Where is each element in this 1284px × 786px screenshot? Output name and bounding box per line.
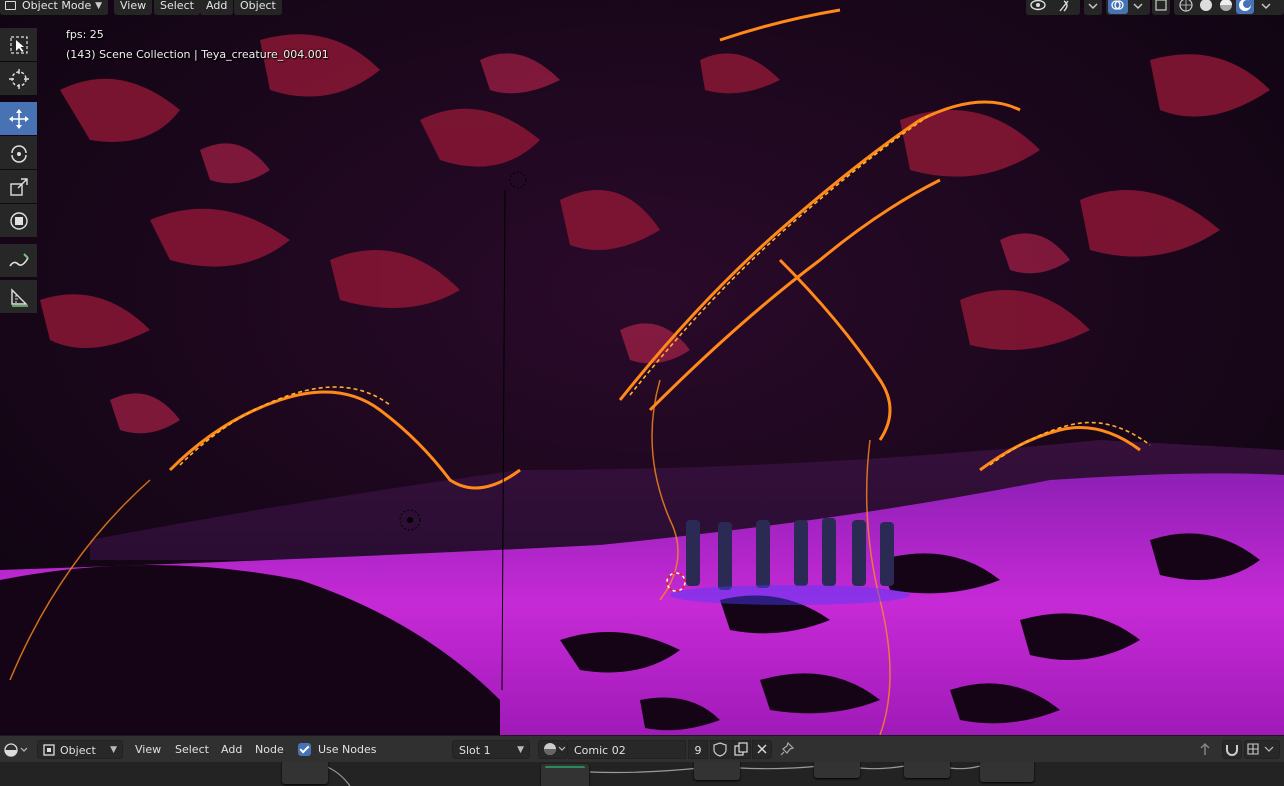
scene-info: (143) Scene Collection | Teya_creature_0…: [66, 48, 329, 61]
select-box-icon: [9, 35, 28, 54]
transform-icon: [9, 211, 28, 230]
chevron-down-icon: ▼: [110, 745, 117, 755]
measure-tool[interactable]: [0, 280, 37, 313]
node-box[interactable]: [694, 762, 740, 780]
gizmo-icon[interactable]: [1059, 0, 1069, 12]
fake-user-button[interactable]: [710, 740, 730, 759]
cursor-tool[interactable]: [0, 62, 37, 95]
node-box[interactable]: [904, 762, 950, 778]
material-user-count[interactable]: 9: [688, 740, 708, 759]
material-name: Comic 02: [574, 744, 626, 757]
node-menu-add[interactable]: Add: [221, 740, 242, 759]
measure-icon: [10, 287, 28, 307]
fps-readout: fps: 25: [66, 28, 104, 41]
object-mode-icon: [5, 1, 16, 10]
transform-tool[interactable]: [0, 204, 37, 237]
node-box[interactable]: [541, 764, 589, 786]
viewport-header: Object Mode ▼ View Select Add Object: [0, 0, 1284, 16]
object-mode-label: Object Mode: [22, 0, 92, 12]
node-menu-node[interactable]: Node: [255, 740, 284, 759]
material-name-field[interactable]: Comic 02: [568, 740, 686, 759]
node-menu-view[interactable]: View: [135, 740, 161, 759]
viewport-render: [0, 0, 1284, 735]
material-preview-icon[interactable]: [1220, 0, 1232, 11]
node-box[interactable]: [980, 762, 1034, 782]
chevron-down-icon: ▼: [517, 745, 524, 755]
use-nodes-label: Use Nodes: [318, 743, 377, 756]
xray-icon: [1155, 0, 1167, 11]
node-menu-select[interactable]: Select: [175, 740, 209, 759]
menu-object[interactable]: Object: [234, 0, 282, 15]
shading-chevron-icon[interactable]: [1261, 3, 1271, 9]
xray-toggle[interactable]: [1152, 0, 1170, 15]
slot-dropdown[interactable]: Slot 1 ▼: [452, 740, 530, 759]
shader-editor-icon: [4, 743, 28, 757]
snap-toggle[interactable]: [1222, 740, 1242, 759]
object-mode-dropdown[interactable]: Object Mode ▼: [0, 0, 108, 15]
duplicate-icon: [734, 742, 748, 756]
snap-grid-icon: [1247, 743, 1274, 755]
node-box[interactable]: [282, 762, 328, 784]
annotate-tool[interactable]: [0, 244, 37, 277]
unlink-material-button[interactable]: [752, 740, 772, 759]
rotate-icon: [10, 144, 27, 163]
shield-icon: [713, 742, 727, 757]
3d-viewport[interactable]: fps: 25 (143) Scene Collection | Teya_cr…: [0, 0, 1284, 735]
object-type-dropdown[interactable]: Object ▼: [37, 740, 123, 759]
overlays-icon[interactable]: [1108, 0, 1128, 14]
editor-type-dropdown[interactable]: [2, 740, 30, 759]
scale-tool[interactable]: [0, 170, 37, 203]
viewport-options-chevron[interactable]: [1084, 0, 1102, 15]
close-icon: [757, 744, 767, 754]
magnet-icon: [1226, 745, 1238, 756]
wireframe-shading-icon[interactable]: [1179, 0, 1193, 12]
menu-select[interactable]: Select: [154, 0, 200, 15]
material-browse-button[interactable]: [538, 740, 568, 759]
node-box[interactable]: [814, 762, 860, 778]
object-icon: [43, 744, 55, 756]
annotate-icon: [8, 252, 29, 266]
shading-group: [1174, 0, 1284, 15]
snap-element-dropdown[interactable]: [1244, 740, 1280, 759]
move-icon: [8, 108, 29, 129]
cursor-icon: [8, 68, 29, 89]
slot-label: Slot 1: [459, 744, 491, 757]
solid-shading-icon[interactable]: [1200, 0, 1212, 11]
duplicate-material-button[interactable]: [731, 740, 751, 759]
rendered-shading-icon[interactable]: [1236, 0, 1254, 14]
chevron-down-icon: ▼: [95, 1, 102, 11]
use-nodes-checkbox[interactable]: [298, 743, 311, 756]
shader-editor-header: Object ▼ View Select Add Node Use Nodes …: [0, 735, 1284, 762]
menu-add[interactable]: Add: [200, 0, 234, 15]
pin-icon: [780, 741, 795, 756]
scale-icon: [9, 177, 28, 196]
select-box-tool[interactable]: [0, 28, 37, 61]
visibility-eye-icon[interactable]: [1030, 0, 1046, 11]
node-links: [324, 765, 981, 786]
move-tool[interactable]: [0, 102, 37, 135]
arrow-up-icon: [1200, 743, 1210, 755]
material-sphere-icon: [544, 743, 566, 755]
object-type-label: Object: [60, 744, 96, 757]
rotate-tool[interactable]: [0, 136, 37, 169]
visibility-group: [1026, 0, 1080, 15]
overlays-group: [1106, 0, 1150, 15]
node-canvas[interactable]: [0, 762, 1284, 786]
menu-view[interactable]: View: [114, 0, 153, 15]
overlays-chevron-icon[interactable]: [1133, 3, 1143, 9]
pin-button[interactable]: [778, 740, 798, 759]
parent-node-tree-button[interactable]: [1196, 740, 1216, 759]
